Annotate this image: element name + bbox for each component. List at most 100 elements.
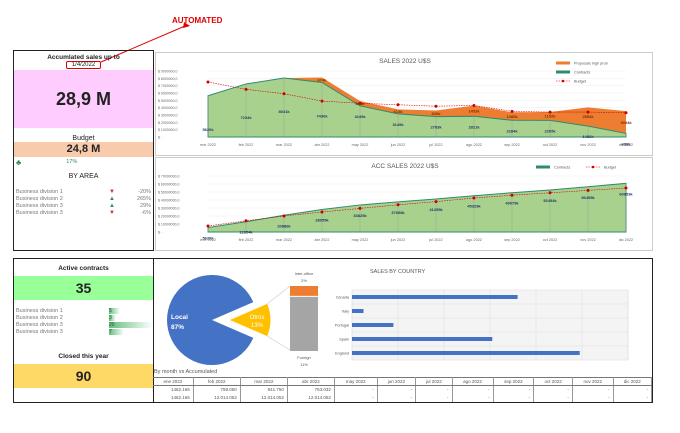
budget-point xyxy=(244,87,248,91)
pie-label-otros: Otros xyxy=(250,315,265,321)
contracts-label: 7436k xyxy=(316,113,328,118)
summary-panel: Accumlated sales up to 1/4/2022 28,9 M B… xyxy=(13,50,154,251)
proposals-label: 2554k xyxy=(582,114,594,119)
y-tick: $ 1000000,0 xyxy=(158,128,178,132)
table-row: 1462.165 12.014.052 12.014.052 12.014.052- -… xyxy=(153,393,653,402)
y-tick: $ 7000000,0 xyxy=(158,84,178,88)
y-tick: $ - xyxy=(158,136,163,140)
budget-label: Budget xyxy=(72,135,95,142)
y-tick: $ 2000000,0 xyxy=(158,121,178,125)
chart-title: SALES BY COUNTRY xyxy=(370,269,425,275)
total-sales: 28,9 M xyxy=(14,70,153,128)
pct-inter-office: 2% xyxy=(301,278,307,283)
active-contracts-value: 35 xyxy=(14,276,153,300)
y-tick: $ 30000000,0 xyxy=(158,207,179,211)
y-tick: $ - xyxy=(158,231,163,235)
y-tick: $ 60000000,0 xyxy=(158,183,179,187)
country-label: England xyxy=(335,351,349,355)
databar: 3 xyxy=(109,314,116,321)
table-cell: - xyxy=(377,393,417,402)
y-tick: $ 4000000,0 xyxy=(158,106,178,110)
division-row: Business division 3 20 xyxy=(14,321,153,328)
legend-swatch xyxy=(556,61,570,65)
contracts-label: 8041k xyxy=(278,109,290,114)
table-cell: 12.014.052 xyxy=(193,393,241,402)
budget-point xyxy=(510,109,514,113)
contracts-label: 2821k xyxy=(468,124,480,129)
proposals-label: 1085k xyxy=(506,114,518,119)
budget-point xyxy=(548,191,552,195)
chart-title: SALES 2022 U$S xyxy=(379,58,431,65)
area-name: Business division 3 xyxy=(16,202,63,209)
budget-point xyxy=(472,103,476,107)
contracts-label: 28055k xyxy=(315,218,329,223)
x-tick: dic 2022 xyxy=(619,238,633,242)
y-tick: $ 50000000,0 xyxy=(158,191,179,195)
contracts-label: 41255k xyxy=(429,207,443,212)
month-header: dic 2022 xyxy=(613,377,653,386)
budget-point xyxy=(434,200,438,204)
budget-point xyxy=(282,214,286,218)
area-name: Business division 3 xyxy=(16,209,63,216)
table-cell: - xyxy=(452,393,494,402)
x-tick: ago 2022 xyxy=(466,143,482,147)
contracts-label: 60853k xyxy=(619,191,633,196)
contracts-label: 2284k xyxy=(506,128,518,133)
table-cell: - xyxy=(613,393,653,402)
country-label: Spain xyxy=(339,337,349,341)
month-header: jun 2022 xyxy=(377,377,417,386)
country-bar xyxy=(352,323,394,327)
x-tick: abr 2022 xyxy=(315,238,330,242)
country-bar xyxy=(352,337,493,341)
pie-chart: Local87%Otros13%Inter-office2%Foreign11% xyxy=(167,271,318,367)
contracts-label: 20886k xyxy=(277,223,291,228)
x-tick: mar 2022 xyxy=(276,238,292,242)
contracts-label: 4249k xyxy=(354,114,366,119)
contracts-label: 5620k xyxy=(202,127,214,132)
x-tick: jul 2022 xyxy=(428,238,442,242)
x-tick: jun 2022 xyxy=(390,143,406,147)
legend-label: Budget xyxy=(574,80,587,84)
pie-pct-local: 87% xyxy=(171,324,184,331)
databar: 5 xyxy=(109,307,120,314)
table-cell: - xyxy=(572,393,614,402)
table-title: By month vs Accumulated xyxy=(154,369,218,375)
x-tick: sep 2022 xyxy=(504,238,520,242)
division-row: Business division 1 5 xyxy=(14,307,153,314)
division-name: Business division 1 xyxy=(16,307,63,314)
y-tick: $ 40000000,0 xyxy=(158,199,179,203)
legend-budget-marker xyxy=(561,79,565,83)
x-tick: feb 2022 xyxy=(239,143,254,147)
contracts-label: 5620k xyxy=(202,236,214,241)
databar: 20 xyxy=(109,321,153,328)
table-cell: - xyxy=(415,393,453,402)
legend-budget-marker xyxy=(591,165,595,169)
y-tick: $ 5000000,0 xyxy=(158,99,178,103)
budget-value: 24,8 M xyxy=(14,142,153,157)
x-tick: nov 2022 xyxy=(580,238,596,242)
month-header: ago 2022 xyxy=(452,377,494,386)
proposals-label: 668k xyxy=(356,101,366,106)
budget-point xyxy=(586,188,590,192)
contracts-label: 52454k xyxy=(543,198,557,203)
table-cell: 1462.165 xyxy=(153,385,194,394)
y-tick: $ 6000000,0 xyxy=(158,92,178,96)
budget-point xyxy=(472,196,476,200)
closed-value: 90 xyxy=(14,364,153,388)
country-label: Canada xyxy=(336,295,350,299)
area-change: -6% xyxy=(141,209,151,216)
table-cell: - xyxy=(334,393,378,402)
country-label: Portugal xyxy=(335,323,349,327)
proposals-label: 674k xyxy=(318,77,328,82)
division-name: Business division 2 xyxy=(16,314,63,321)
table-cell: - xyxy=(533,393,573,402)
databar: 7 xyxy=(109,328,125,335)
legend-swatch xyxy=(556,70,570,74)
contracts-label: 7234k xyxy=(240,115,252,120)
area-name: Business division 2 xyxy=(16,195,63,202)
arrow-down-icon: ▼ xyxy=(109,188,115,195)
area-change: 265% xyxy=(136,195,151,202)
area-row: Business division 3 ▼ -6% xyxy=(14,209,153,216)
proposals-label: 1152k xyxy=(545,114,557,119)
budget-point xyxy=(282,92,286,96)
